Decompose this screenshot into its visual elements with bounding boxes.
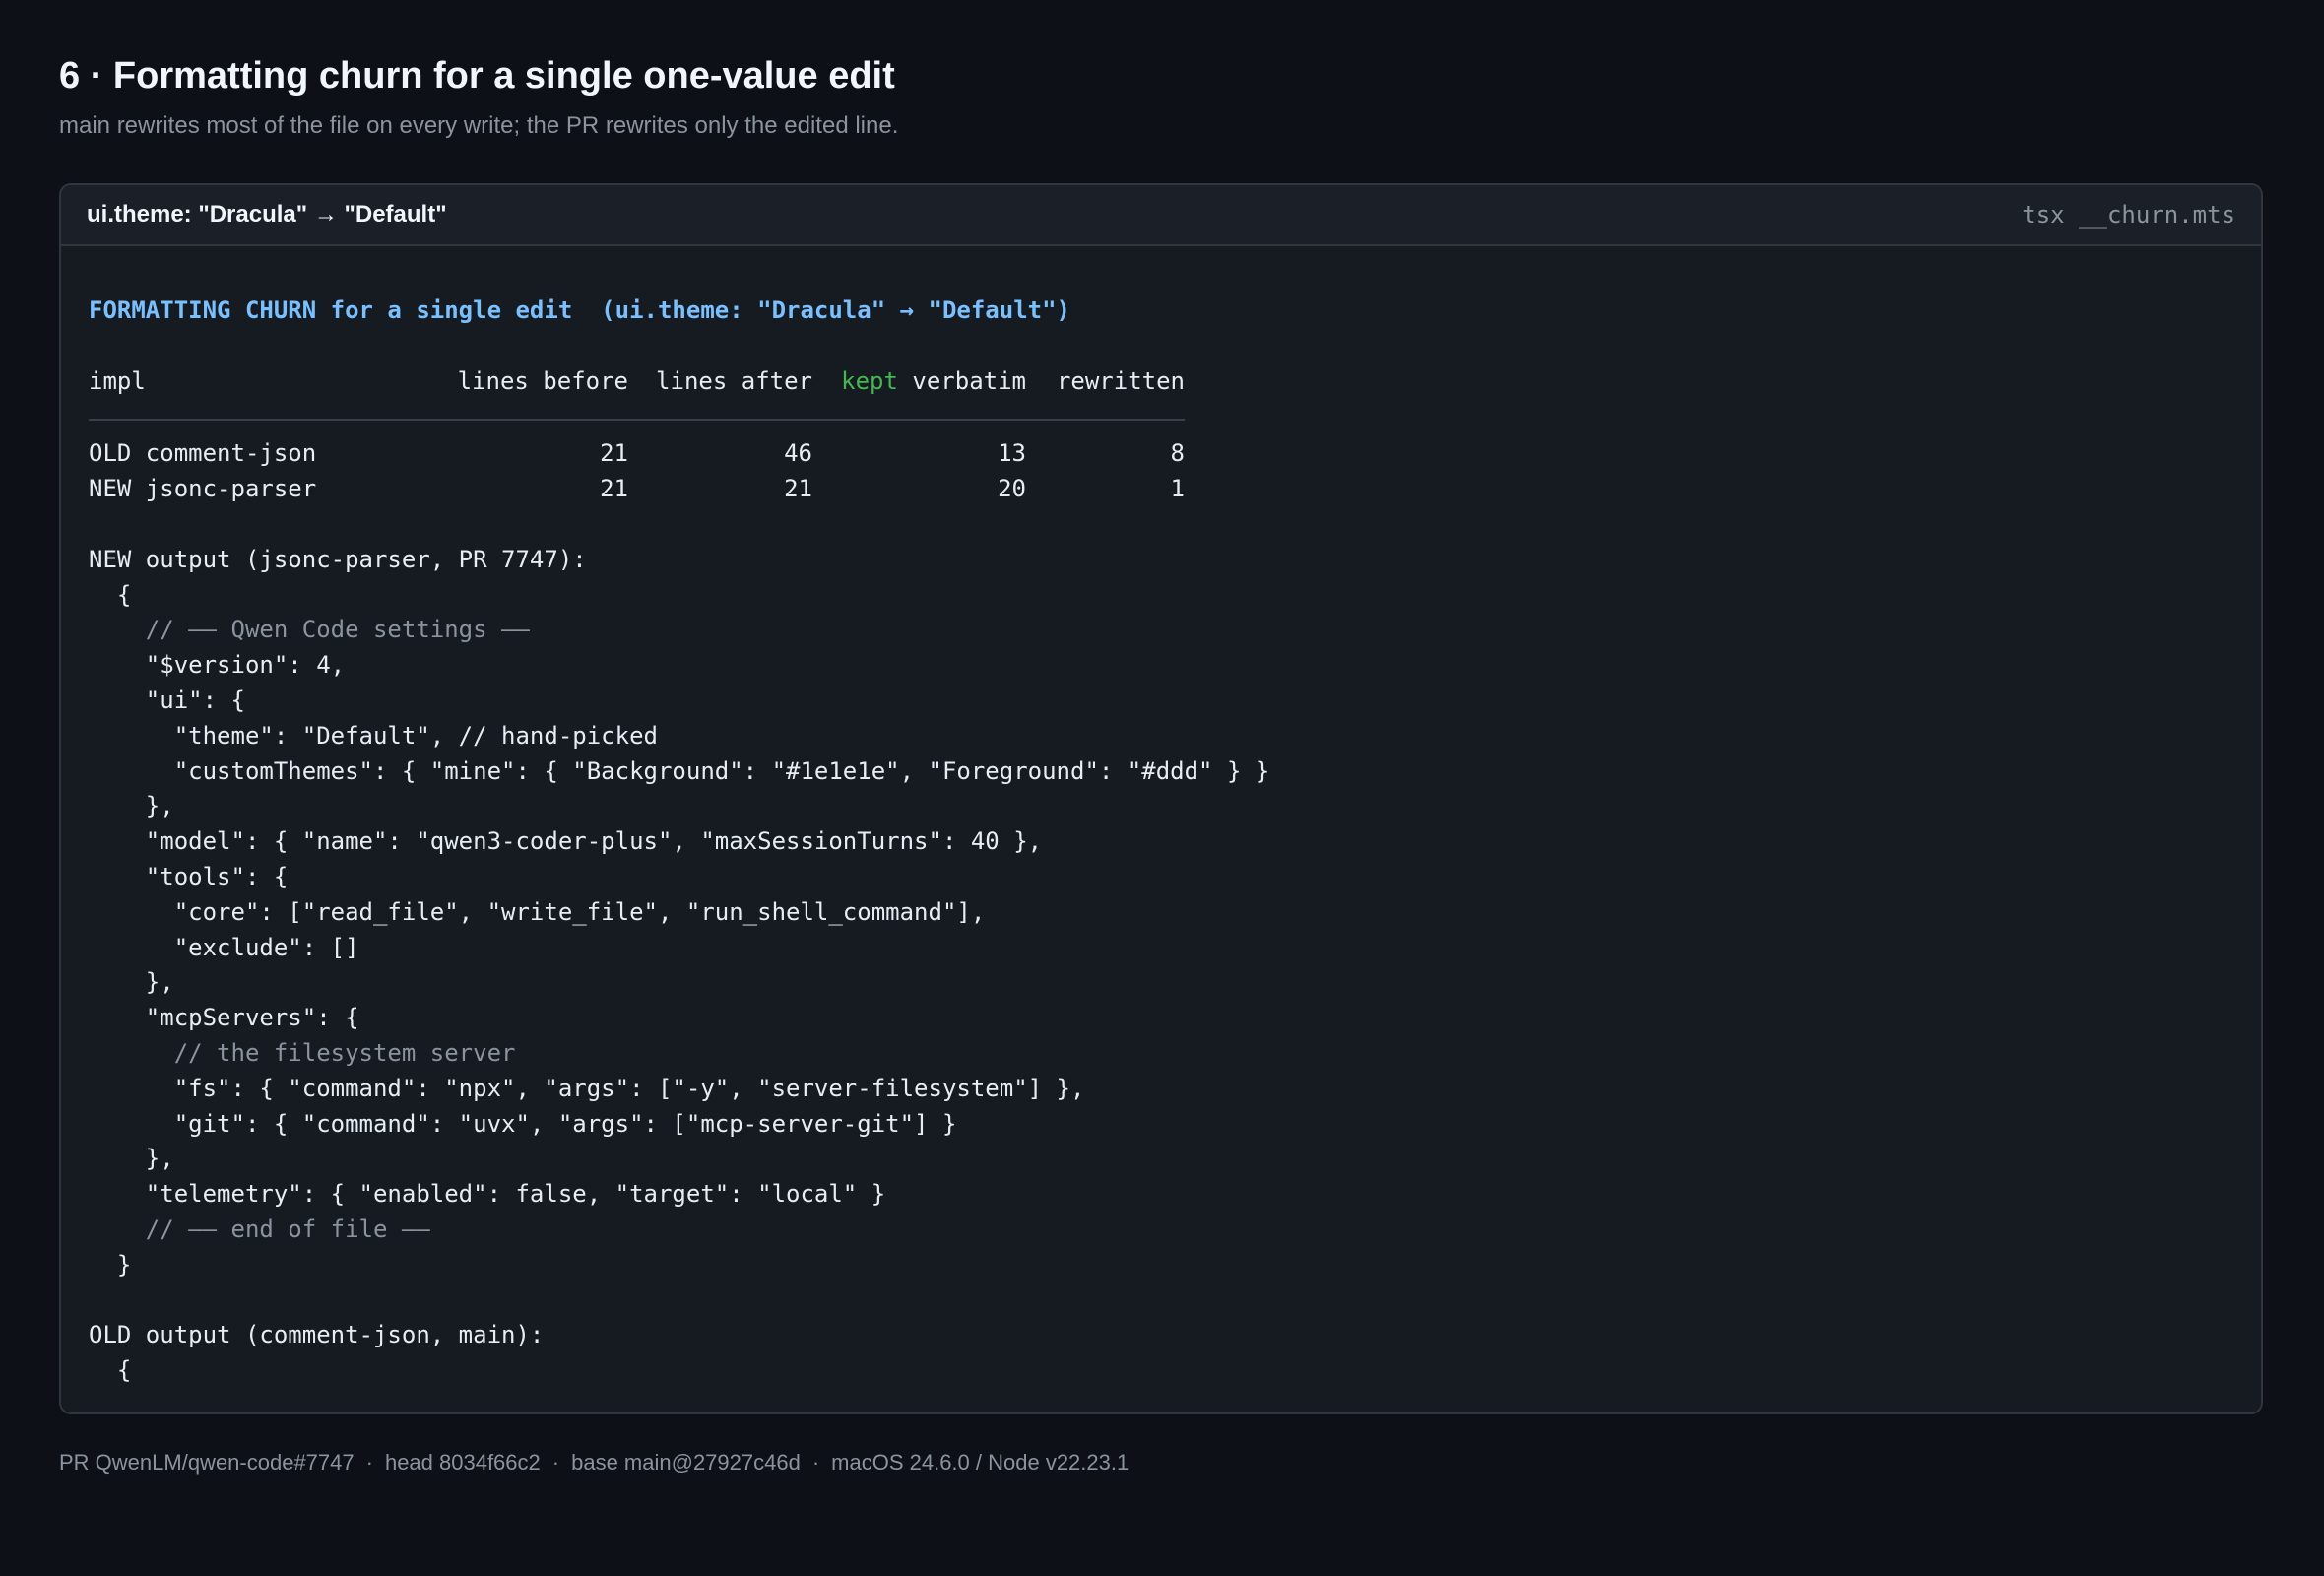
new-output-label: NEW output (jsonc-parser, PR 7747):: [89, 545, 587, 573]
header-verbatim: verbatim: [897, 366, 1026, 395]
page-title: 6 · Formatting churn for a single one-va…: [59, 55, 895, 97]
code-comment-line: // —— Qwen Code settings ——: [89, 616, 530, 644]
panel-title: ui.theme: "Dracula" → "Default": [87, 201, 447, 228]
old-output-label: OLD output (comment-json, main):: [89, 1321, 545, 1349]
footer-separator: ·: [811, 1450, 820, 1475]
code-line: "exclude": []: [89, 933, 359, 961]
code-line: }: [89, 1250, 132, 1279]
footer: PR QwenLM/qwen-code#7747 · head 8034f66c2 ·…: [59, 1450, 1129, 1476]
code-line: {: [89, 580, 132, 609]
row-kept-verbatim: 20: [998, 475, 1026, 503]
header-lines-before: lines before: [457, 366, 628, 395]
code-line: },: [89, 968, 174, 997]
row-rewritten: 1: [1170, 475, 1185, 503]
code-line: "$version": 4,: [89, 651, 346, 680]
row-lines-before: 21: [600, 475, 628, 503]
churn-title: FORMATTING CHURN for a single edit (ui.t…: [89, 296, 1070, 324]
new-output-block: { // —— Qwen Code settings —— "$version"…: [89, 578, 2233, 1283]
code-line: "theme": "Default", // hand-picked: [89, 721, 658, 750]
churn-table-header: impl lines before lines after kept verba…: [89, 364, 1185, 422]
terminal-output[interactable]: FORMATTING CHURN for a single edit (ui.t…: [61, 246, 2261, 1389]
table-row: NEW jsonc-parser 21 21 20 1: [89, 472, 1185, 507]
row-lines-before: 21: [600, 439, 628, 468]
footer-pr: PR QwenLM/qwen-code#7747: [59, 1450, 355, 1475]
footer-separator: ·: [365, 1450, 373, 1475]
code-line: {: [89, 1356, 132, 1385]
table-row: OLD comment-json 21 46 13 8: [89, 436, 1185, 472]
code-line: "core": ["read_file", "write_file", "run…: [89, 897, 986, 926]
footer-base: base main@27927c46d: [571, 1450, 801, 1475]
header-lines-after: lines after: [656, 366, 812, 395]
old-output-block: {: [89, 1353, 2233, 1389]
row-impl: NEW jsonc-parser: [89, 475, 317, 503]
row-lines-after: 46: [784, 439, 812, 468]
panel-command: tsx __churn.mts: [2022, 201, 2235, 229]
header-kept: kept: [841, 366, 898, 395]
code-line: },: [89, 1145, 174, 1173]
row-rewritten: 8: [1170, 439, 1185, 468]
code-line: "tools": {: [89, 862, 289, 890]
code-line: "customThemes": { "mine": { "Background"…: [89, 756, 1270, 785]
code-line: "git": { "command": "uvx", "args": ["mcp…: [89, 1109, 957, 1138]
footer-env: macOS 24.6.0 / Node v22.23.1: [831, 1450, 1130, 1475]
code-comment-line: // the filesystem server: [89, 1038, 516, 1067]
code-line: "mcpServers": {: [89, 1004, 359, 1032]
code-line: "fs": { "command": "npx", "args": ["-y",…: [89, 1074, 1085, 1102]
footer-separator: ·: [551, 1450, 560, 1475]
code-line: "model": { "name": "qwen3-coder-plus", "…: [89, 827, 1043, 856]
terminal-panel: ui.theme: "Dracula" → "Default" tsx __ch…: [59, 183, 2263, 1414]
header-kept-verbatim: kept verbatim: [812, 364, 1026, 400]
code-comment-line: // —— end of file ——: [89, 1215, 430, 1243]
header-impl: impl: [89, 366, 146, 395]
page-header: 6 · Formatting churn for a single one-va…: [59, 51, 2265, 142]
code-line: },: [89, 792, 174, 821]
page-subtitle: main rewrites most of the file on every …: [59, 112, 899, 139]
code-line: "telemetry": { "enabled": false, "target…: [89, 1180, 886, 1209]
code-line: "ui": {: [89, 686, 245, 714]
header-rewritten: rewritten: [1056, 366, 1185, 395]
footer-head: head 8034f66c2: [384, 1450, 541, 1475]
row-lines-after: 21: [784, 475, 812, 503]
panel-header: ui.theme: "Dracula" → "Default" tsx __ch…: [61, 185, 2261, 246]
row-kept-verbatim: 13: [998, 439, 1026, 468]
row-impl: OLD comment-json: [89, 439, 317, 468]
